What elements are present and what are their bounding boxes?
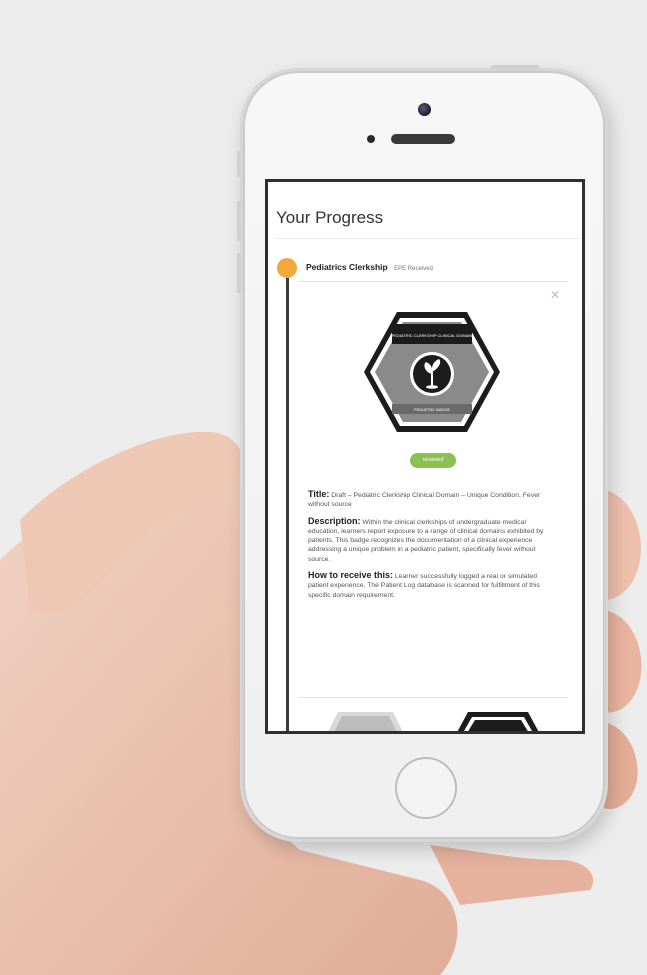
phone-screen: Your Progress Pediatrics Clerkship EPE R… bbox=[265, 179, 585, 734]
badge-details: Title: Draft – Pediatric Clerkship Clini… bbox=[308, 489, 558, 607]
power-button bbox=[491, 65, 539, 69]
earpiece-speaker bbox=[391, 134, 455, 144]
title-block: Title: Draft – Pediatric Clerkship Clini… bbox=[308, 489, 558, 510]
title-value: Draft – Pediatric Clerkship Clinical Dom… bbox=[308, 492, 541, 509]
volume-up-button bbox=[237, 201, 241, 241]
timeline-line bbox=[286, 274, 289, 731]
bottom-divider bbox=[298, 697, 568, 698]
proximity-sensor bbox=[367, 135, 375, 143]
home-button[interactable] bbox=[395, 757, 457, 819]
front-camera bbox=[418, 103, 431, 116]
how-to-receive-block: How to receive this: Learner successfull… bbox=[308, 570, 558, 600]
phone-frame: Your Progress Pediatrics Clerkship EPE R… bbox=[237, 65, 608, 842]
more-badges-row bbox=[325, 712, 542, 734]
course-row[interactable]: Pediatrics Clerkship EPE Received bbox=[306, 262, 433, 272]
course-divider bbox=[298, 281, 568, 282]
received-badge: received bbox=[410, 453, 456, 468]
volume-down-button bbox=[237, 253, 241, 293]
title-divider bbox=[276, 238, 580, 239]
how-to-receive-label: How to receive this: bbox=[308, 570, 394, 581]
timeline-milestone-dot[interactable] bbox=[277, 258, 297, 278]
course-name: Pediatrics Clerkship bbox=[306, 262, 388, 272]
page-title: Your Progress bbox=[276, 208, 384, 227]
scene: Your Progress Pediatrics Clerkship EPE R… bbox=[0, 0, 647, 975]
mute-switch bbox=[237, 151, 241, 177]
badge-image[interactable]: PEDIATRIC CLERKSHIP CLINICAL DOMAIN PEDI… bbox=[362, 310, 502, 434]
badge-thumbnail-locked[interactable] bbox=[325, 712, 406, 734]
badge-bottom-text: PEDIATRIC BADGE bbox=[414, 407, 450, 412]
badge-thumbnail-earned[interactable] bbox=[454, 712, 542, 734]
badge-top-text: PEDIATRIC CLERKSHIP CLINICAL DOMAIN bbox=[392, 333, 473, 338]
title-label: Title: bbox=[308, 489, 330, 499]
course-status: EPE Received bbox=[394, 266, 433, 272]
description-block: Description: Within the clinical clerksh… bbox=[308, 515, 558, 564]
close-icon[interactable]: ✕ bbox=[550, 288, 560, 302]
description-label: Description: bbox=[308, 515, 361, 526]
